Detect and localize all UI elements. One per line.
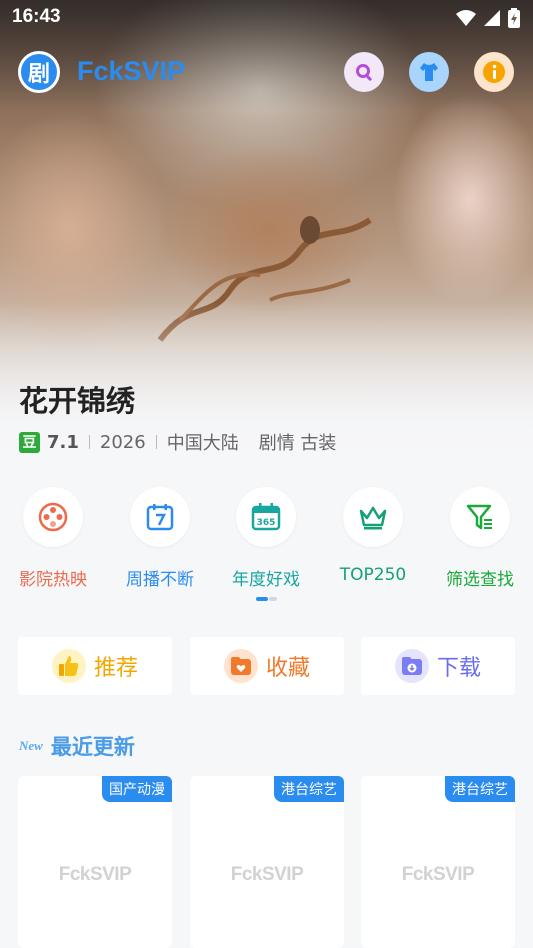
category-icon-wrap bbox=[23, 487, 83, 547]
calendar-7-icon bbox=[146, 504, 174, 531]
category-top250[interactable]: TOP250 bbox=[320, 487, 426, 585]
featured-year: 2026 bbox=[99, 431, 146, 453]
category-filter[interactable]: 筛选查找 bbox=[427, 487, 533, 590]
recent-section-header: New 最近更新 bbox=[19, 731, 135, 761]
action-row: 推荐 收藏 下载 bbox=[18, 637, 515, 695]
category-cinema[interactable]: 影院热映 bbox=[0, 487, 106, 590]
media-card[interactable]: 港台综艺 FckSVIP bbox=[190, 776, 344, 948]
category-tag: 港台综艺 bbox=[445, 776, 515, 802]
category-label: 影院热映 bbox=[19, 570, 87, 590]
recent-list: 国产动漫 FckSVIP 港台综艺 FckSVIP 港台综艺 FckSVIP bbox=[18, 776, 515, 948]
app-bar: 剧 FckSVIP bbox=[0, 48, 533, 96]
category-annual[interactable]: 365 年度好戏 bbox=[213, 487, 319, 590]
category-label: 年度好戏 bbox=[232, 570, 300, 590]
icon-badge bbox=[51, 649, 86, 683]
app-logo: 剧 bbox=[18, 51, 60, 93]
signal-icon bbox=[484, 10, 500, 26]
downloads-button[interactable]: 下载 bbox=[361, 637, 515, 695]
media-card[interactable]: 国产动漫 FckSVIP bbox=[18, 776, 172, 948]
category-icon-wrap bbox=[343, 487, 403, 547]
search-button[interactable] bbox=[344, 52, 384, 92]
app-logo-text: 剧 bbox=[27, 62, 50, 87]
poster-placeholder: FckSVIP bbox=[58, 864, 132, 885]
icon-badge bbox=[223, 649, 258, 683]
recommend-label: 推荐 bbox=[93, 656, 138, 681]
meta-divider bbox=[155, 435, 157, 449]
media-card[interactable]: 港台综艺 FckSVIP bbox=[361, 776, 515, 948]
category-row: 影院热映 周播不断 365 年度好戏 TOP250 筛选查找 bbox=[0, 487, 533, 590]
app-title: FckSVIP bbox=[77, 56, 186, 86]
featured-meta: 豆 7.1 2026 中国大陆 剧情 古装 bbox=[19, 429, 336, 455]
category-icon-wrap bbox=[130, 487, 190, 547]
category-icon-wrap bbox=[450, 487, 510, 547]
svg-text:365: 365 bbox=[257, 518, 276, 528]
category-icon-wrap: 365 bbox=[236, 487, 296, 547]
status-bar: 16:43 bbox=[0, 0, 533, 34]
page-indicator bbox=[256, 597, 278, 601]
new-badge: New bbox=[19, 738, 43, 753]
favorite-folder-icon bbox=[230, 657, 251, 675]
icon-badge bbox=[394, 649, 429, 683]
download-folder-icon bbox=[401, 657, 422, 675]
category-label: 筛选查找 bbox=[446, 570, 514, 590]
crown-icon bbox=[359, 506, 387, 530]
section-title: 最近更新 bbox=[50, 735, 135, 759]
filter-icon bbox=[466, 504, 492, 530]
page-indicator-active bbox=[256, 597, 268, 601]
featured-genres: 剧情 古装 bbox=[258, 433, 337, 454]
category-tag: 国产动漫 bbox=[102, 776, 172, 802]
search-icon bbox=[356, 64, 372, 81]
info-button[interactable] bbox=[474, 52, 514, 92]
featured-title[interactable]: 花开锦绣 bbox=[19, 378, 135, 420]
favorites-button[interactable]: 收藏 bbox=[190, 637, 344, 695]
meta-divider bbox=[88, 435, 90, 449]
calendar-365-icon: 365 bbox=[251, 503, 281, 531]
category-weekly[interactable]: 周播不断 bbox=[107, 487, 213, 590]
thumbs-up-icon bbox=[58, 656, 79, 676]
featured-rating: 7.1 bbox=[47, 431, 79, 453]
downloads-label: 下载 bbox=[436, 656, 481, 681]
poster-placeholder: FckSVIP bbox=[401, 864, 475, 885]
favorites-label: 收藏 bbox=[265, 656, 310, 681]
wifi-icon bbox=[456, 10, 476, 26]
poster-placeholder: FckSVIP bbox=[230, 864, 304, 885]
status-time: 16:43 bbox=[12, 6, 61, 27]
page-indicator-inactive bbox=[269, 597, 277, 601]
featured-region: 中国大陆 bbox=[166, 433, 239, 454]
status-icons bbox=[455, 8, 521, 28]
info-icon bbox=[483, 61, 505, 83]
film-reel-icon bbox=[38, 502, 68, 532]
recommend-button[interactable]: 推荐 bbox=[18, 637, 172, 695]
theme-button[interactable] bbox=[409, 52, 449, 92]
shirt-icon bbox=[420, 63, 438, 81]
category-label: TOP250 bbox=[339, 565, 407, 585]
battery-icon bbox=[508, 8, 520, 28]
category-tag: 港台综艺 bbox=[274, 776, 344, 802]
douban-icon: 豆 bbox=[19, 431, 40, 453]
category-label: 周播不断 bbox=[126, 570, 194, 590]
